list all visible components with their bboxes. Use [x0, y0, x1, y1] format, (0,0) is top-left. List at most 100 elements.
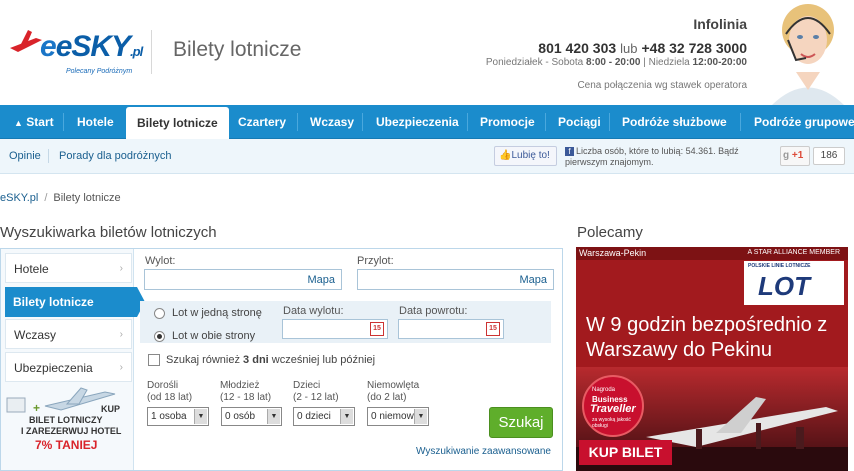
to-label: Przylot: [357, 255, 394, 267]
chevron-right-icon: › [119, 263, 123, 274]
from-input[interactable]: Mapa [144, 269, 342, 290]
phone-1: 801 420 303 [538, 40, 617, 56]
dropdown-arrow-icon: ▼ [340, 409, 353, 424]
lot-wordmark: LOT [758, 271, 810, 301]
ad-route: Warszawa-Pekin [579, 248, 647, 258]
adults-select[interactable]: 1 osoba ▼ [147, 407, 209, 426]
opening-hours: Poniedziałek - Sobota 8:00 - 20:00 | Nie… [485, 57, 747, 68]
ad-alliance: A STAR ALLIANCE MEMBER [747, 249, 840, 256]
return-date-label: Data powrotu: [399, 305, 468, 317]
main-nav: ▲ Start Hotele Bilety lotnicze Czartery … [0, 105, 854, 141]
link-opinie[interactable]: Opinie [9, 150, 41, 162]
youth-label: Młodzież (12 - 18 lat) [220, 380, 272, 403]
promo-line-2: BILET LOTNICZY [29, 415, 103, 425]
calendar-icon[interactable]: 15 [486, 322, 500, 336]
thumbs-up-icon: 👍 [499, 150, 512, 161]
breadcrumb: eSKY.pl / Bilety lotnicze [0, 192, 121, 204]
promo-banner[interactable]: + KUP BILET LOTNICZY I ZAREZERWUJ HOTEL … [5, 384, 129, 466]
recommended-title: Polecamy [577, 224, 643, 241]
home-icon: ▲ [14, 118, 23, 128]
breadcrumb-current: Bilety lotnicze [53, 192, 121, 204]
lot-sub: POLSKIE LINIE LOTNICZE [748, 263, 811, 269]
nav-divider [63, 113, 64, 131]
facebook-icon: f [565, 147, 574, 156]
phone-2: +48 32 728 3000 [641, 40, 748, 56]
breadcrumb-separator: / [44, 192, 48, 204]
depart-date-input[interactable]: 15 [282, 319, 388, 339]
call-cost-note: Cena połączenia wg stawek operatora [577, 80, 747, 91]
adults-label: Dorośli (od 18 lat) [147, 380, 193, 403]
award-line-4: za wysoką jakość obsługi [592, 417, 631, 429]
breadcrumb-home[interactable]: eSKY.pl [0, 192, 38, 204]
nav-divider [545, 113, 546, 131]
return-date-input[interactable]: 15 [398, 319, 504, 339]
infants-select[interactable]: 0 niemowląt ▼ [367, 407, 429, 426]
nav-divider [362, 113, 363, 131]
logo-tagline: Polecany Podróżnym [66, 68, 133, 75]
nav-podroze-grupowe[interactable]: Podróże grupowe [754, 105, 854, 139]
lot-logo: POLSKIE LINIE LOTNICZE LOT [744, 261, 844, 305]
google-plus-count: 186 [813, 147, 845, 165]
search-tabs: Hotele › Bilety lotnicze Wczasy › Ubezpiec… [1, 249, 145, 470]
tab-wczasy[interactable]: Wczasy › [5, 319, 132, 349]
youth-select[interactable]: 0 osób ▼ [221, 407, 282, 426]
to-input[interactable]: Mapa [357, 269, 554, 290]
award-line-3: Traveller [590, 403, 636, 415]
support-agent-image [762, 0, 854, 105]
nav-czartery[interactable]: Czartery [238, 105, 286, 139]
from-label: Wylot: [145, 255, 176, 267]
ad-headline: W 9 godzin bezpośrednio z Warszawy do Pe… [586, 314, 828, 361]
nav-divider [740, 113, 741, 131]
facebook-like-button[interactable]: 👍Lubię to! [494, 146, 557, 166]
nav-ubezpieczenia[interactable]: Ubezpieczenia [376, 105, 459, 139]
nav-divider [297, 113, 298, 131]
depart-date-label: Data wylotu: [283, 305, 344, 317]
return-radio[interactable] [154, 331, 165, 342]
infolinia-label: Infolinia [693, 16, 747, 32]
promo-discount: 7% TANIEJ [35, 438, 98, 452]
one-way-label[interactable]: Lot w jedną stronę [172, 307, 262, 319]
flex-dates-label[interactable]: Szukaj również 3 dni wcześniej lub późni… [166, 354, 375, 366]
lot-advert[interactable]: Warszawa-Pekin A STAR ALLIANCE MEMBER PO… [576, 247, 848, 471]
award-line-1: Nagroda [592, 387, 616, 393]
from-map-link[interactable]: Mapa [307, 274, 335, 286]
dropdown-arrow-icon: ▼ [194, 409, 207, 424]
nav-divider [467, 113, 468, 131]
logo-wordmark: eeSKY.pl [40, 30, 143, 63]
facebook-like-count: f Liczba osób, które to lubią: 54.361. Bą… [565, 146, 739, 167]
nav-podroze-sluzbowe[interactable]: Podróże służbowe [622, 105, 727, 139]
phone-numbers: 801 420 303 lub +48 32 728 3000 [538, 40, 747, 56]
nav-hotele[interactable]: Hotele [77, 105, 114, 139]
children-select[interactable]: 0 dzieci ▼ [293, 407, 355, 426]
flight-search-widget: Hotele › Bilety lotnicze Wczasy › Ubezpiec… [0, 248, 563, 471]
flex-dates-checkbox[interactable] [148, 354, 160, 366]
page-title: Bilety lotnicze [173, 38, 302, 61]
promo-line-1: KUP [101, 404, 121, 414]
nav-bilety-lotnicze[interactable]: Bilety lotnicze [126, 107, 229, 141]
to-map-link[interactable]: Mapa [519, 274, 547, 286]
nav-pociagi[interactable]: Pociągi [558, 105, 601, 139]
header-divider [151, 30, 152, 74]
promo-line-3: I ZAREZERWUJ HOTEL [21, 426, 122, 436]
infants-label: Niemowlęta (do 2 lat) [367, 380, 420, 403]
link-porady[interactable]: Porady dla podróżnych [59, 150, 172, 162]
one-way-radio[interactable] [154, 308, 165, 319]
esky-logo[interactable]: eeSKY.pl Polecany Podróżnym [6, 24, 143, 84]
tab-bilety-lotnicze[interactable]: Bilety lotnicze [5, 287, 145, 317]
nav-wczasy[interactable]: Wczasy [310, 105, 354, 139]
buy-ticket-button[interactable]: KUP BILET [579, 440, 672, 465]
return-label[interactable]: Lot w obie strony [172, 330, 255, 342]
site-header: eeSKY.pl Polecany Podróżnym Bilety lotni… [0, 0, 854, 105]
tab-ubezpieczenia[interactable]: Ubezpieczenia › [5, 352, 132, 382]
nav-start[interactable]: ▲ Start [14, 105, 54, 139]
google-plus-icon: g [783, 150, 790, 161]
chevron-right-icon: › [119, 329, 123, 340]
google-plus-button[interactable]: g +1 [780, 146, 810, 166]
nav-promocje[interactable]: Promocje [480, 105, 535, 139]
advanced-search-link[interactable]: Wyszukiwanie zaawansowane [416, 446, 551, 457]
tab-hotele[interactable]: Hotele › [5, 253, 132, 283]
subnav-divider [48, 149, 49, 163]
calendar-icon[interactable]: 15 [370, 322, 384, 336]
search-button[interactable]: Szukaj [489, 407, 553, 438]
nav-divider [609, 113, 610, 131]
